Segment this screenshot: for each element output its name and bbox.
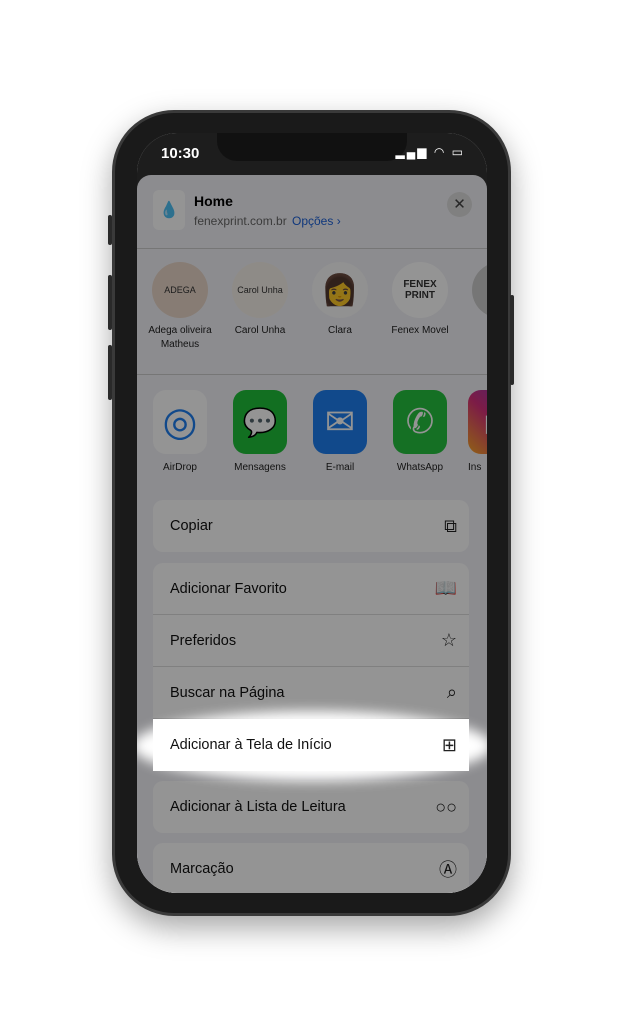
- power-button: [510, 295, 514, 385]
- action-label: Adicionar à Tela de Início: [170, 737, 332, 753]
- plus-square-icon: ⊞: [441, 734, 457, 755]
- battery-icon: ▭: [451, 145, 465, 159]
- status-time: 10:30: [161, 145, 200, 162]
- wifi-icon: ◠: [433, 145, 447, 159]
- notch: [217, 133, 407, 161]
- silent-switch: [108, 215, 112, 245]
- volume-up-button: [108, 275, 112, 330]
- action-add-to-home-screen[interactable]: Adicionar à Tela de Início ⊞: [153, 719, 469, 771]
- volume-down-button: [108, 345, 112, 400]
- screen: 10:30 ▂▄▆ ◠ ▭ 💧 Home fenexprint.com.br O…: [137, 133, 487, 893]
- status-indicators: ▂▄▆ ◠ ▭: [396, 145, 465, 159]
- signal-icon: ▂▄▆: [395, 145, 429, 159]
- highlighted-card: Adicionar à Tela de Início ⊞: [153, 719, 469, 771]
